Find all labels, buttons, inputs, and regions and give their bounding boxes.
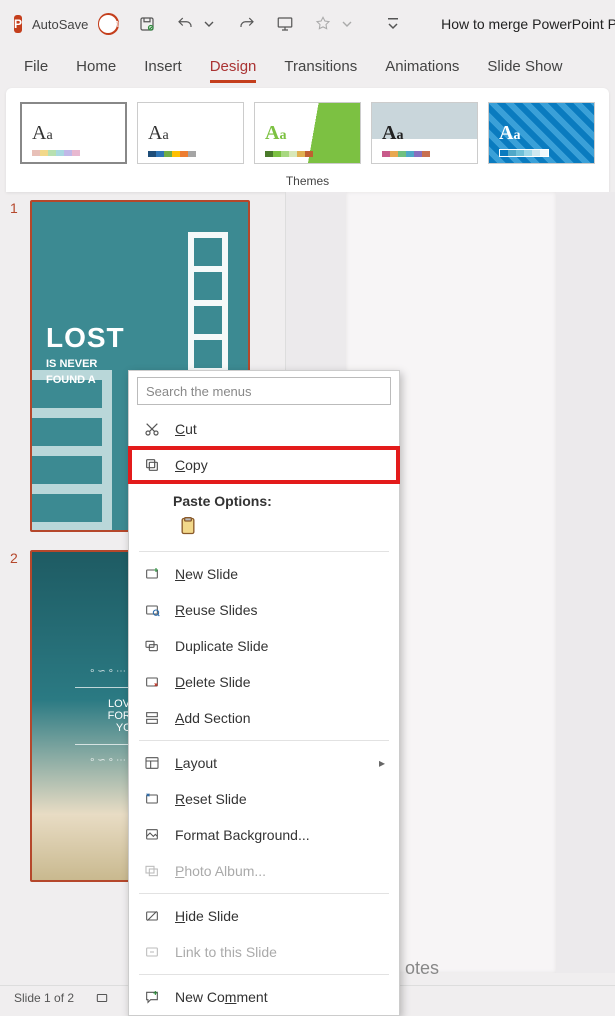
star-icon[interactable]: [313, 14, 333, 34]
tab-file[interactable]: File: [24, 58, 48, 75]
add-section-icon: [143, 709, 161, 727]
slide1-line2: FOUND A: [46, 374, 125, 386]
reuse-slides-icon: [143, 601, 161, 619]
ctx-new-comment[interactable]: New Comment: [129, 979, 399, 1015]
link-icon: [143, 943, 161, 961]
ctx-reset-slide[interactable]: Reset Slide: [129, 781, 399, 817]
ctx-photo-album: Photo Album...: [129, 853, 399, 889]
tab-insert[interactable]: Insert: [144, 58, 182, 75]
new-slide-icon: [143, 565, 161, 583]
copy-icon: [143, 456, 161, 474]
document-title: How to merge PowerPoint P: [441, 16, 615, 32]
app-icon: P: [14, 15, 22, 33]
delete-slide-icon: [143, 673, 161, 691]
duplicate-slide-icon: [143, 637, 161, 655]
new-comment-icon: [143, 988, 161, 1006]
photo-album-icon: [143, 862, 161, 880]
autosave-toggle[interactable]: On: [98, 13, 119, 35]
ctx-format-background[interactable]: Format Background...: [129, 817, 399, 853]
ctx-format-bg-label: Format Background...: [175, 827, 310, 843]
toggle-label: On: [104, 18, 119, 30]
ctx-link-label: Link to this Slide: [175, 944, 277, 960]
ctx-cut[interactable]: Cut: [129, 411, 399, 447]
themes-group-label: Themes: [20, 174, 595, 188]
theme-thumb-2[interactable]: Aa: [137, 102, 244, 164]
chevron-right-icon: ▸: [379, 756, 385, 770]
ctx-add-section[interactable]: Add Section: [129, 700, 399, 736]
accessibility-icon[interactable]: [92, 988, 112, 1008]
slide1-title: LOST: [46, 322, 125, 354]
ribbon-tabs: File Home Insert Design Transitions Anim…: [0, 48, 615, 84]
ctx-duplicate-slide[interactable]: Duplicate Slide: [129, 628, 399, 664]
ctx-copy[interactable]: Copy: [129, 447, 399, 483]
theme-thumb-5[interactable]: Aa: [488, 102, 595, 164]
tab-transitions[interactable]: Transitions: [284, 58, 357, 75]
ctx-hide-slide[interactable]: Hide Slide: [129, 898, 399, 934]
slide-counter: Slide 1 of 2: [14, 991, 74, 1005]
layout-icon: [143, 754, 161, 772]
redo-icon[interactable]: [237, 14, 257, 34]
title-bar: P AutoSave On How to merge PowerPoint P: [0, 0, 615, 48]
ribbon-panel: Aa Aa Aa Aa Aa Themes: [6, 88, 609, 192]
theme-thumb-4[interactable]: Aa: [371, 102, 478, 164]
star-dropdown-icon[interactable]: [337, 14, 357, 34]
cut-icon: [143, 420, 161, 438]
reset-slide-icon: [143, 790, 161, 808]
paste-use-destination-theme[interactable]: [173, 511, 203, 541]
ctx-paste-options-header: Paste Options:: [129, 483, 399, 511]
slide1-line1: IS NEVER: [46, 358, 125, 370]
hide-slide-icon: [143, 907, 161, 925]
tab-slideshow[interactable]: Slide Show: [487, 58, 562, 75]
ctx-reuse-slides[interactable]: Reuse Slides: [129, 592, 399, 628]
undo-dropdown-icon[interactable]: [199, 14, 219, 34]
slide-number: 2: [10, 550, 22, 882]
slide-number: 1: [10, 200, 22, 532]
theme-thumb-3[interactable]: Aa: [254, 102, 361, 164]
theme-thumb-1[interactable]: Aa: [20, 102, 127, 164]
save-icon[interactable]: [137, 14, 157, 34]
present-icon[interactable]: [275, 14, 295, 34]
format-background-icon: [143, 826, 161, 844]
themes-gallery: Aa Aa Aa Aa Aa: [20, 102, 595, 164]
ctx-layout[interactable]: Layout ▸: [129, 745, 399, 781]
context-menu: Search the menus Cut Copy Paste Options:…: [128, 370, 400, 1016]
ctx-delete-slide[interactable]: Delete Slide: [129, 664, 399, 700]
tab-animations[interactable]: Animations: [385, 58, 459, 75]
ctx-new-slide[interactable]: New Slide: [129, 556, 399, 592]
tab-home[interactable]: Home: [76, 58, 116, 75]
notes-partial: otes: [405, 958, 439, 979]
autosave-label: AutoSave: [32, 17, 88, 32]
tab-design[interactable]: Design: [210, 58, 257, 83]
ctx-link-to-slide: Link to this Slide: [129, 934, 399, 970]
search-placeholder: Search the menus: [146, 384, 252, 399]
undo-icon[interactable]: [175, 14, 195, 34]
context-menu-search[interactable]: Search the menus: [137, 377, 391, 405]
ctx-duplicate-label: Duplicate Slide: [175, 638, 268, 654]
qat-overflow-icon[interactable]: [383, 14, 403, 34]
